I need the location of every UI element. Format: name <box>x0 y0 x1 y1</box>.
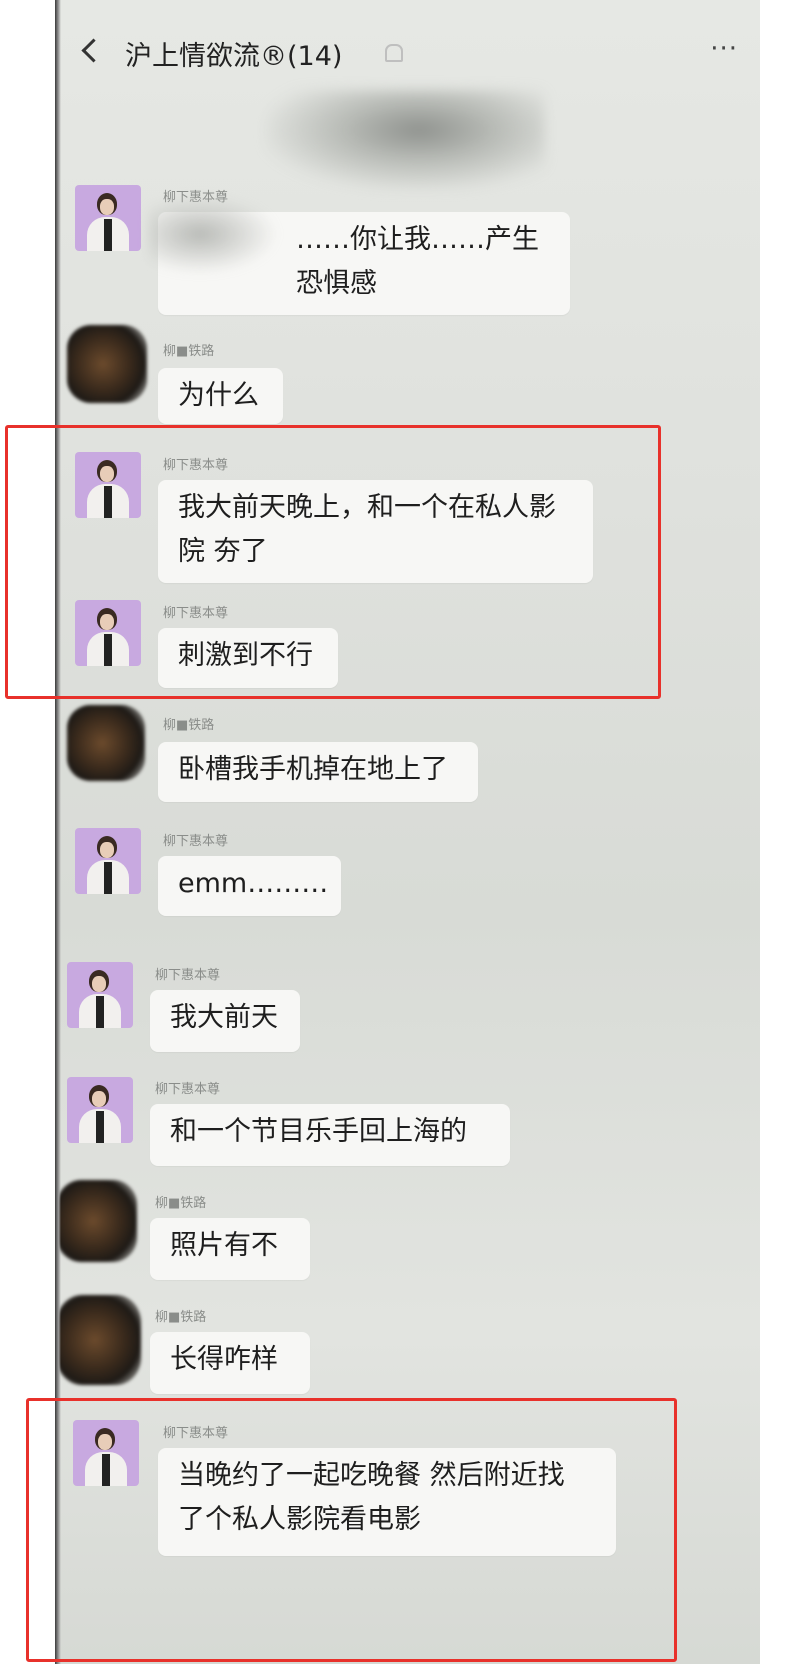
bell-muted-icon <box>385 44 403 62</box>
more-icon[interactable]: ··· <box>710 34 738 64</box>
message-text: 为什么 <box>178 380 259 411</box>
chat-header: 沪上情欲流®(14) ··· <box>55 0 760 100</box>
message-bubble[interactable]: ……你让我……产生 恐惧感 <box>148 194 570 315</box>
message-text: 长得咋样 <box>170 1344 278 1375</box>
message-text: 我大前天 <box>170 1002 278 1033</box>
avatar[interactable] <box>67 325 147 403</box>
sender-name: 柳下惠本尊 <box>163 1426 229 1441</box>
avatar[interactable] <box>75 600 141 666</box>
message-bubble[interactable]: 我大前天 <box>150 990 300 1052</box>
message-text: 当晚约了一起吃晚餐 然后附近找 <box>178 1460 565 1491</box>
avatar[interactable] <box>75 185 141 251</box>
sender-name: 柳■铁路 <box>163 718 215 733</box>
message-bubble[interactable]: 当晚约了一起吃晚餐 然后附近找 了个私人影院看电影 <box>158 1448 616 1556</box>
message-text: 照片有不 <box>170 1230 278 1261</box>
message-text: emm……… <box>178 868 329 899</box>
message-text: 刺激到不行 <box>178 640 313 671</box>
message-bubble[interactable]: 为什么 <box>158 368 283 424</box>
blurred-region <box>148 194 278 274</box>
sender-name: 柳下惠本尊 <box>163 606 229 621</box>
message-text: 和一个节目乐手回上海的 <box>170 1116 467 1147</box>
sender-name: 柳下惠本尊 <box>163 458 229 473</box>
avatar[interactable] <box>57 1295 141 1385</box>
screen-edge <box>55 0 61 1664</box>
message-text: 院 夯了 <box>178 536 268 567</box>
message-bubble[interactable]: 刺激到不行 <box>158 628 338 688</box>
chevron-left-icon[interactable] <box>81 38 106 63</box>
avatar[interactable] <box>67 705 145 781</box>
sender-name: 柳下惠本尊 <box>163 834 229 849</box>
blurred-region <box>265 90 545 190</box>
avatar[interactable] <box>67 1077 133 1143</box>
avatar[interactable] <box>57 1180 137 1262</box>
message-text: 卧槽我手机掉在地上了 <box>178 754 448 785</box>
message-text: ……你让我……产生 <box>296 224 539 255</box>
sender-name: 柳下惠本尊 <box>155 1082 221 1097</box>
message-bubble[interactable]: 我大前天晚上，和一个在私人影 院 夯了 <box>158 480 593 583</box>
message-bubble[interactable]: 照片有不 <box>150 1218 310 1280</box>
sender-name: 柳■铁路 <box>155 1196 207 1211</box>
message-text: 了个私人影院看电影 <box>178 1504 421 1535</box>
sender-name: 柳■铁路 <box>163 344 215 359</box>
chat-screen: 沪上情欲流®(14) ··· 柳下惠本尊 ……你让我……产生 恐惧感 柳■铁路 … <box>55 0 760 1664</box>
message-bubble[interactable]: 卧槽我手机掉在地上了 <box>158 742 478 802</box>
sender-name: 柳■铁路 <box>155 1310 207 1325</box>
message-bubble[interactable]: 和一个节目乐手回上海的 <box>150 1104 510 1166</box>
message-text: 恐惧感 <box>296 268 377 299</box>
avatar[interactable] <box>75 452 141 518</box>
message-text: 我大前天晚上，和一个在私人影 <box>178 492 556 523</box>
sender-name: 柳下惠本尊 <box>155 968 221 983</box>
avatar[interactable] <box>67 962 133 1028</box>
message-bubble[interactable]: emm……… <box>158 856 341 916</box>
group-title: 沪上情欲流®(14) <box>125 41 343 72</box>
avatar[interactable] <box>73 1420 139 1486</box>
message-bubble[interactable]: 长得咋样 <box>150 1332 310 1394</box>
avatar[interactable] <box>75 828 141 894</box>
